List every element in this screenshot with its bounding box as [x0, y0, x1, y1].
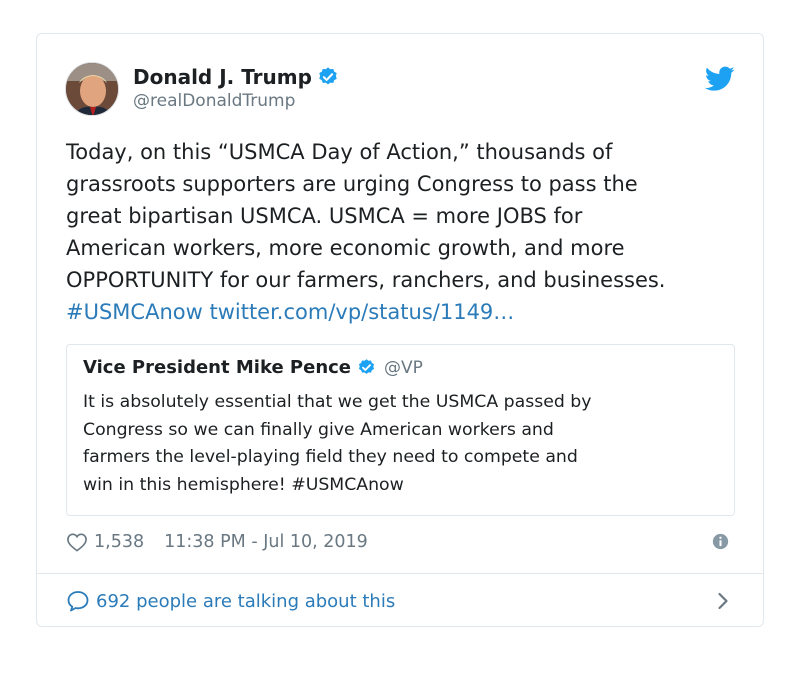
tweet-line: OPPORTUNITY for our farmers, ranchers, a…: [66, 268, 666, 292]
quoted-author-handle: @VP: [384, 357, 423, 378]
footer-divider: [37, 573, 763, 574]
conversation-footer[interactable]: 692 people are talking about this: [66, 584, 735, 618]
hashtag-link[interactable]: #USMCAnow: [66, 300, 203, 324]
avatar-portrait-icon: [66, 63, 118, 115]
tweet-meta: 1,538 11:38 PM - Jul 10, 2019: [66, 529, 735, 555]
author-handle[interactable]: @realDonaldTrump: [133, 91, 339, 111]
speech-bubble-icon: [67, 591, 89, 612]
author-names: Donald J. Trump @realDonaldTrump: [133, 65, 339, 111]
tweet-line: grassroots supporters are urging Congres…: [66, 172, 638, 196]
verified-badge-icon: [358, 359, 375, 374]
conversation-label[interactable]: 692 people are talking about this: [96, 591, 395, 612]
author-avatar[interactable]: [65, 62, 119, 116]
author-name-text: Donald J. Trump: [133, 65, 312, 89]
tweet-line: American workers, more economic growth, …: [66, 236, 625, 260]
info-icon[interactable]: [712, 533, 729, 550]
heart-icon[interactable]: [66, 532, 88, 552]
quoted-line: farmers the level-playing field they nee…: [83, 447, 578, 467]
verified-badge-icon: [319, 67, 337, 85]
tweet-line: Today, on this “USMCA Day of Action,” th…: [66, 140, 613, 164]
tweet-body: Today, on this “USMCA Day of Action,” th…: [66, 136, 746, 328]
tweet-timestamp[interactable]: 11:38 PM - Jul 10, 2019: [164, 532, 368, 552]
tweet-header: Donald J. Trump @realDonaldTrump: [65, 60, 735, 120]
author-display-name[interactable]: Donald J. Trump: [133, 65, 339, 89]
embedded-tweet-card: Donald J. Trump @realDonaldTrump Today, …: [36, 33, 764, 627]
quoted-line: It is absolutely essential that we get t…: [83, 392, 592, 412]
quoted-line: Congress so we can finally give American…: [83, 419, 554, 440]
quoted-tweet[interactable]: Vice President Mike Pence @VP It is abso…: [66, 344, 735, 516]
tweet-line: great bipartisan USMCA. USMCA = more JOB…: [66, 204, 583, 228]
status-link[interactable]: twitter.com/vp/status/1149…: [209, 300, 514, 324]
like-count[interactable]: 1,538: [94, 532, 144, 552]
twitter-bird-icon[interactable]: [705, 66, 735, 92]
chevron-right-icon[interactable]: [717, 592, 729, 610]
quoted-tweet-header: Vice President Mike Pence @VP: [83, 357, 423, 378]
quoted-line: win in this hemisphere! #USMCAnow: [83, 474, 404, 495]
quoted-author-name: Vice President Mike Pence: [83, 357, 352, 378]
quoted-tweet-body: It is absolutely essential that we get t…: [83, 389, 718, 499]
